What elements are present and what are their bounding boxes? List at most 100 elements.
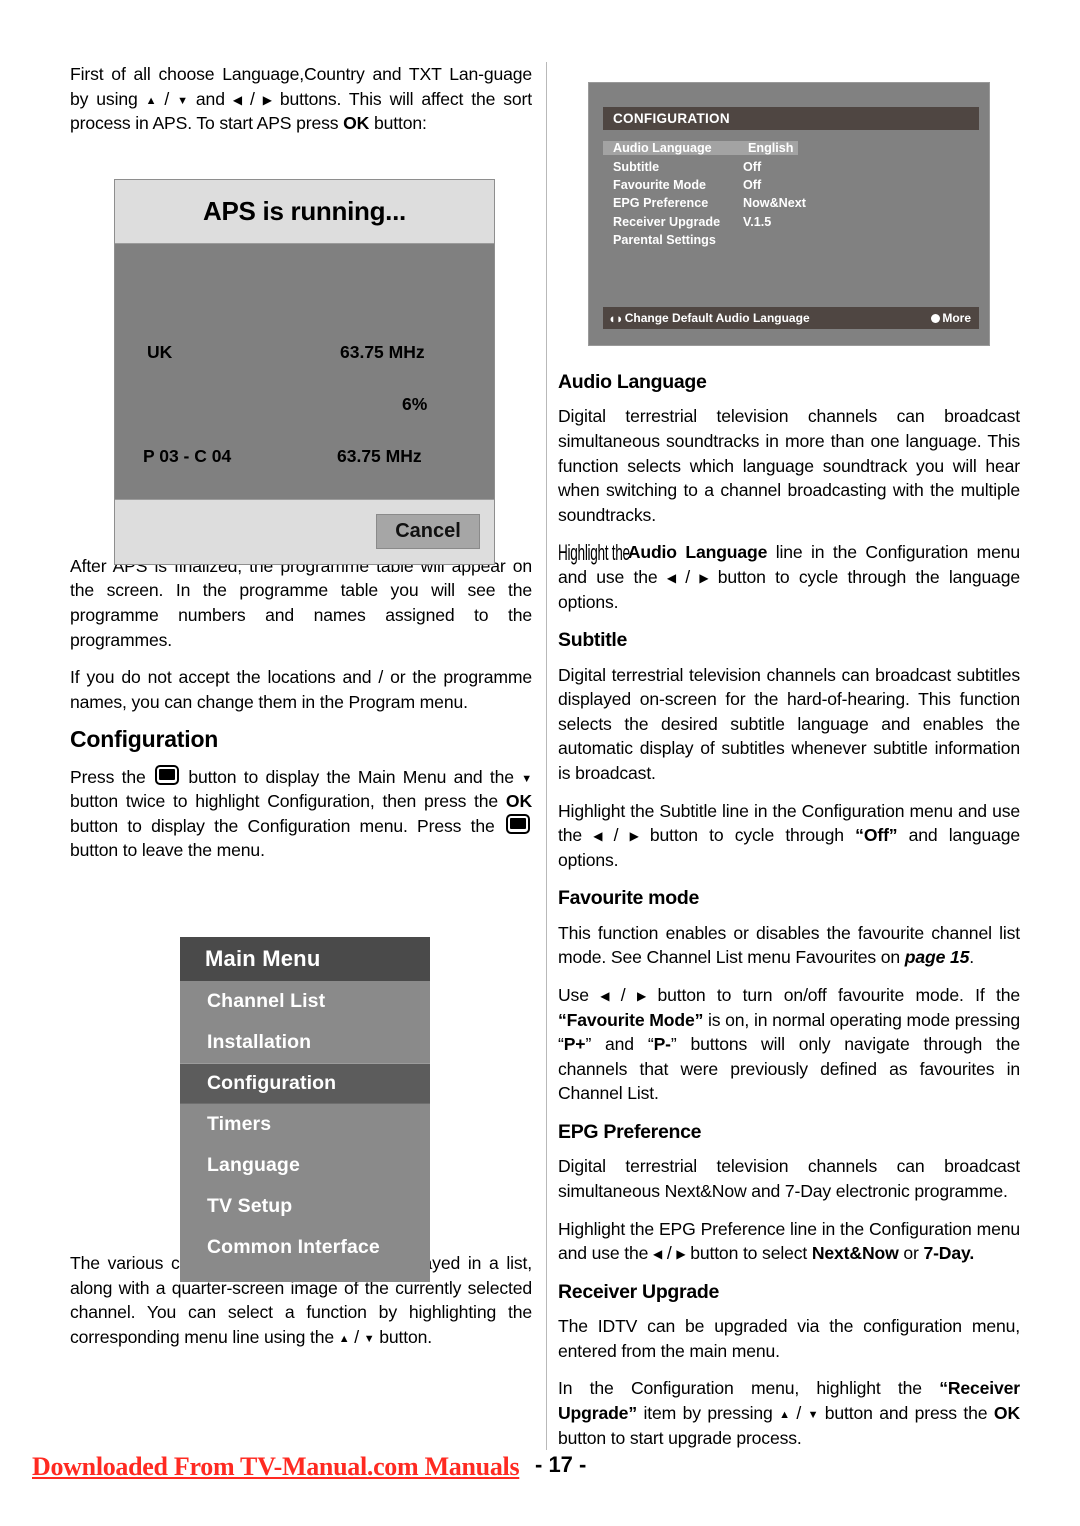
change-names-paragraph: If you do not accept the locations and /… — [70, 667, 532, 712]
intro-text-6: button: — [369, 113, 427, 134]
ru-text-2: item by pressing — [636, 1402, 780, 1423]
main-menu-item-language[interactable]: Language — [180, 1145, 430, 1186]
fm2-text-5: and — [591, 1034, 648, 1055]
p-plus-ref: P+ — [563, 1034, 586, 1055]
arrow-down-icon — [364, 1330, 375, 1345]
download-watermark-link[interactable]: Downloaded From TV-Manual.com Manuals — [32, 1452, 520, 1482]
ok-button-ref: OK — [505, 791, 532, 812]
aps-frequency-bottom: 63.75 MHz — [337, 446, 422, 466]
next-now-ref: Next&Now — [811, 1243, 899, 1264]
receiver-upgrade-paragraph-2: In the Configuration menu, highlight the… — [558, 1376, 1020, 1450]
st-text-2: / — [602, 825, 630, 846]
fn-text-2: / — [349, 1326, 364, 1347]
cfg-text-4: button to display the Configuration menu… — [70, 815, 504, 836]
favourite-mode-paragraph-1: This function enables or disables the fa… — [558, 921, 1020, 970]
main-menu-title: Main Menu — [180, 937, 430, 981]
arrow-down-icon — [521, 770, 532, 785]
arrow-left-icon — [667, 570, 676, 585]
arrow-up-icon — [146, 92, 157, 107]
al-text-2: / — [675, 566, 700, 587]
epg-text-5: . — [969, 1243, 975, 1264]
arrow-right-icon — [637, 988, 646, 1003]
ru-text-3: / — [789, 1402, 808, 1423]
p-minus-ref: P- — [653, 1034, 671, 1055]
page-number: - 17 - — [535, 1452, 587, 1477]
after-aps-paragraph: After APS is finalized, the programme ta… — [70, 555, 532, 650]
audio-language-paragraph-2: Highlight theAudio Language line in the … — [558, 540, 1020, 614]
fn-text-3: button. — [374, 1326, 432, 1347]
cfg-text-5: button to leave the menu. — [70, 840, 265, 861]
audio-language-heading: Audio Language — [558, 371, 707, 393]
main-menu-item-tv-setup[interactable]: TV Setup — [180, 1186, 430, 1227]
intro-text-3: and — [187, 88, 233, 109]
menu-button-icon — [154, 764, 179, 785]
arrow-up-icon — [779, 1406, 790, 1421]
aps-dialog: APS is running... UK 63.75 MHz 6% P 03 -… — [114, 179, 495, 565]
epg-text-2: / — [662, 1243, 677, 1264]
favourite-mode-paragraph-2: Use / button to turn on/off favourite mo… — [558, 983, 1020, 1106]
cancel-button[interactable]: Cancel — [376, 514, 480, 549]
configuration-paragraph: Press the button to display the Main Men… — [70, 764, 532, 863]
ru-text-5: button to start upgrade process. — [558, 1427, 802, 1448]
receiver-upgrade-heading: Receiver Upgrade — [558, 1280, 720, 1303]
subtitle-heading: Subtitle — [558, 629, 628, 652]
main-menu-item-installation[interactable]: Installation — [180, 1022, 430, 1063]
ru-text-4: button and press the — [818, 1402, 994, 1423]
ok-button-ref: OK — [343, 113, 370, 134]
favourite-mode-heading: Favourite mode — [558, 887, 699, 910]
fm-text-2: . — [969, 947, 974, 968]
intro-text-4: / — [241, 88, 263, 109]
squished-highlight-text: Highlight the — [558, 540, 630, 566]
aps-dialog-footer: Cancel — [115, 499, 494, 564]
subtitle-paragraph-1: Digital terrestrial television channels … — [558, 664, 1020, 783]
epg-preference-paragraph-1: Digital terrestrial television channels … — [558, 1156, 1020, 1201]
arrow-down-icon — [177, 92, 188, 107]
off-value-ref: “Off” — [855, 825, 898, 846]
intro-text-2: / — [156, 88, 178, 109]
aps-frequency-top: 63.75 MHz — [340, 342, 425, 362]
epg-preference-heading: EPG Preference — [558, 1120, 702, 1143]
configuration-heading: Configuration — [70, 726, 219, 753]
fm2-text-1: Use — [558, 984, 601, 1005]
arrow-down-icon — [808, 1406, 819, 1421]
seven-day-ref: 7-Day — [923, 1243, 970, 1264]
epg-text-3: button to select — [685, 1243, 812, 1264]
cfg-text-2: button to display the Main Menu and the — [180, 766, 522, 787]
aps-progress-percent: 6% — [402, 394, 428, 414]
favourite-mode-ref: “Favourite Mode” — [558, 1009, 704, 1030]
arrow-left-icon — [233, 92, 242, 107]
epg-text-4: or — [898, 1243, 924, 1264]
main-menu-osd: Main Menu Channel List Installation Conf… — [180, 937, 430, 1282]
arrow-right-icon — [630, 828, 639, 843]
receiver-upgrade-paragraph-1: The IDTV can be upgraded via the configu… — [558, 1316, 1020, 1361]
ok-button-ref: OK — [993, 1402, 1020, 1423]
arrow-left-icon — [593, 828, 602, 843]
page-reference: page 15 — [904, 947, 970, 968]
main-menu-item-timers[interactable]: Timers — [180, 1104, 430, 1145]
main-menu-item-channel-list[interactable]: Channel List — [180, 981, 430, 1022]
st-text-3: button to cycle through — [638, 825, 856, 846]
cfg-text-1: Press the — [70, 766, 153, 787]
arrow-left-icon — [600, 988, 609, 1003]
audio-language-menu-ref: Audio Language — [627, 542, 768, 563]
arrow-right-icon — [263, 92, 272, 107]
main-menu-item-configuration[interactable]: Configuration — [180, 1063, 430, 1104]
arrow-up-icon — [339, 1330, 350, 1345]
fm2-text-2: / — [609, 984, 637, 1005]
cfg-text-3: button twice to highlight Configuration,… — [70, 791, 506, 812]
manual-page: First of all choose Language,Country and… — [0, 0, 1080, 1526]
right-column: Audio Language Digital terrestrial telev… — [558, 62, 1020, 1463]
intro-paragraph: First of all choose Language,Country and… — [70, 62, 532, 136]
aps-dialog-body: UK 63.75 MHz 6% P 03 - C 04 63.75 MHz — [115, 244, 494, 499]
column-divider — [546, 62, 547, 1450]
audio-language-paragraph-1: Digital terrestrial television channels … — [558, 406, 1020, 525]
subtitle-paragraph-2: Highlight the Subtitle line in the Confi… — [558, 799, 1020, 873]
fm2-text-4: is on, in normal operating mode pressing — [703, 1009, 1020, 1030]
aps-country-value: UK — [147, 342, 173, 362]
aps-dialog-title: APS is running... — [115, 180, 494, 244]
fm2-text-3: button to turn on/off favourite mode. If… — [646, 984, 1021, 1005]
main-menu-item-common-interface[interactable]: Common Interface — [180, 1227, 430, 1268]
arrow-left-icon — [653, 1246, 662, 1261]
aps-programme-value: P 03 - C 04 — [143, 446, 232, 466]
epg-preference-paragraph-2: Highlight the EPG Preference line in the… — [558, 1217, 1020, 1266]
